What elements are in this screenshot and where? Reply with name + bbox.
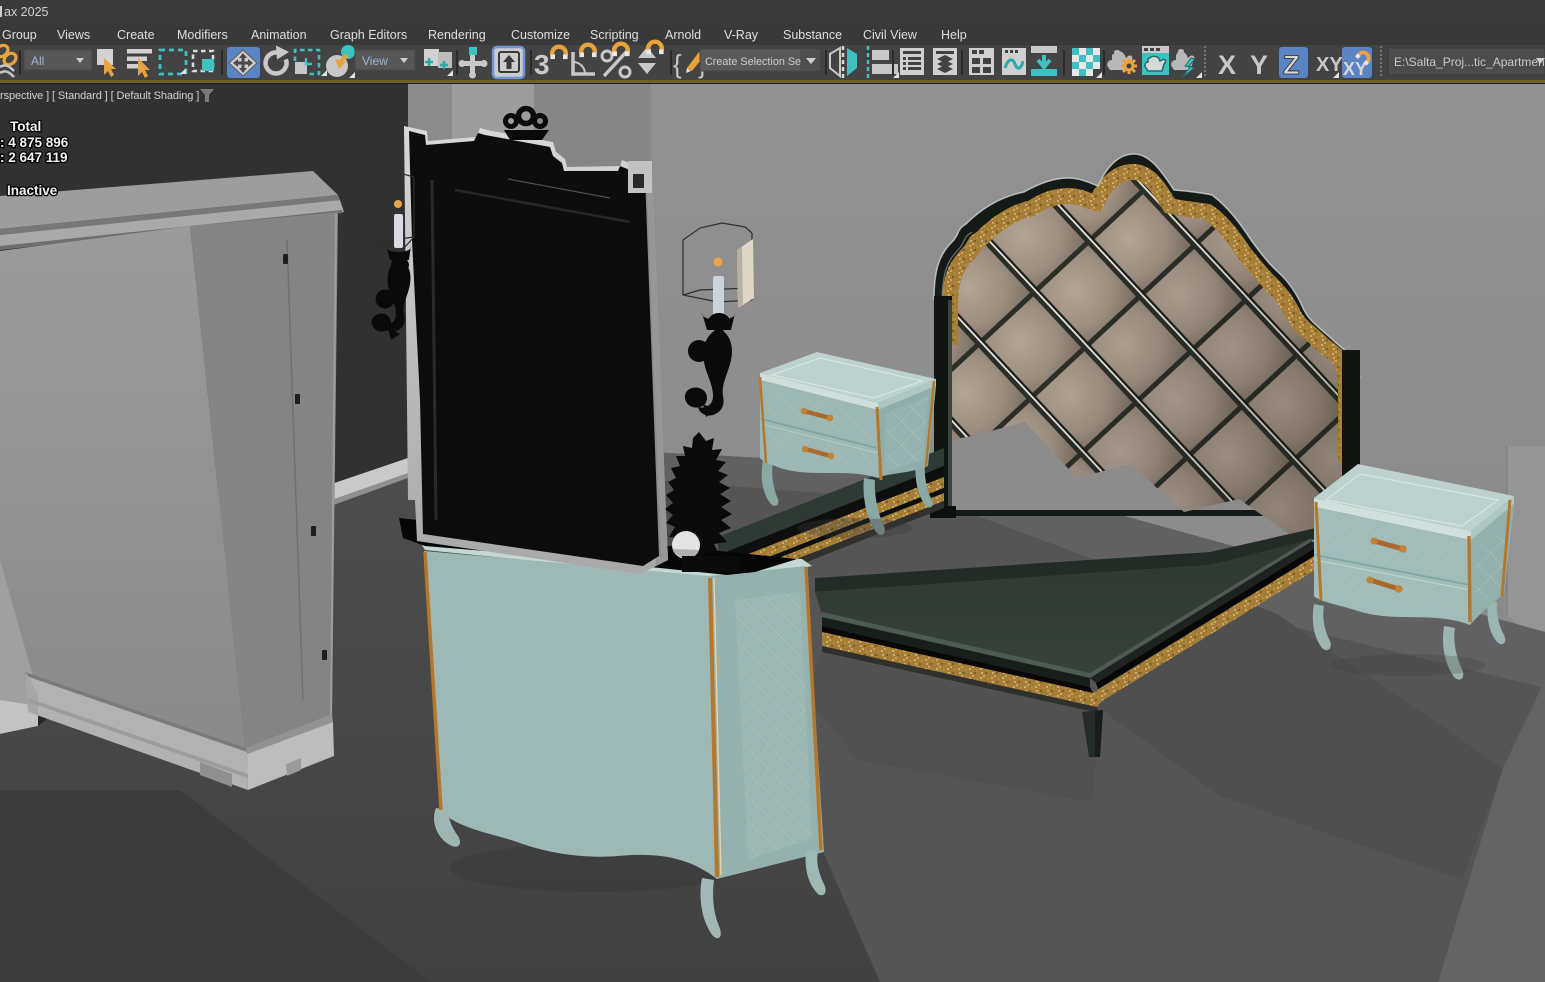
svg-text:Total: Total — [10, 119, 41, 134]
svg-text:: 2 647 119: : 2 647 119 — [0, 150, 68, 165]
svg-text:Graph Editors: Graph Editors — [330, 28, 407, 42]
svg-text:Views: Views — [57, 28, 90, 42]
svg-text:Animation: Animation — [251, 28, 307, 42]
svg-text:Y: Y — [1250, 50, 1268, 80]
svg-text:View: View — [362, 54, 388, 68]
svg-text:Group: Group — [2, 28, 37, 42]
svg-text:All: All — [31, 54, 44, 68]
svg-text:Z: Z — [1283, 50, 1300, 80]
svg-text:Modifiers: Modifiers — [177, 28, 228, 42]
svg-text:ax 2025: ax 2025 — [4, 5, 49, 19]
svg-text:: 4 875 896: : 4 875 896 — [0, 135, 69, 150]
svg-text:E:\Salta_Proj...tic_Apartment: E:\Salta_Proj...tic_Apartment — [1394, 55, 1545, 69]
svg-text:XY: XY — [1316, 54, 1343, 76]
svg-text:Inactive: Inactive — [7, 183, 58, 198]
svg-text:Civil View: Civil View — [863, 28, 918, 42]
svg-text:Customize: Customize — [511, 28, 570, 42]
svg-text:Help: Help — [941, 28, 967, 42]
svg-text:Rendering: Rendering — [428, 28, 486, 42]
svg-text:rspective ] [ Standard ] [ Def: rspective ] [ Standard ] [ Default Shadi… — [0, 90, 199, 102]
svg-text:Arnold: Arnold — [665, 28, 701, 42]
svg-text:{: { — [673, 49, 682, 79]
svg-text:XY: XY — [1343, 59, 1367, 79]
svg-text:Scripting: Scripting — [590, 28, 639, 42]
svg-text:Substance: Substance — [783, 28, 842, 42]
svg-text:Create Selection Se: Create Selection Se — [705, 56, 801, 68]
svg-text:V-Ray: V-Ray — [724, 28, 759, 42]
svg-text:X: X — [1218, 50, 1236, 80]
svg-text:3: 3 — [534, 49, 550, 80]
svg-text:Create: Create — [117, 28, 155, 42]
